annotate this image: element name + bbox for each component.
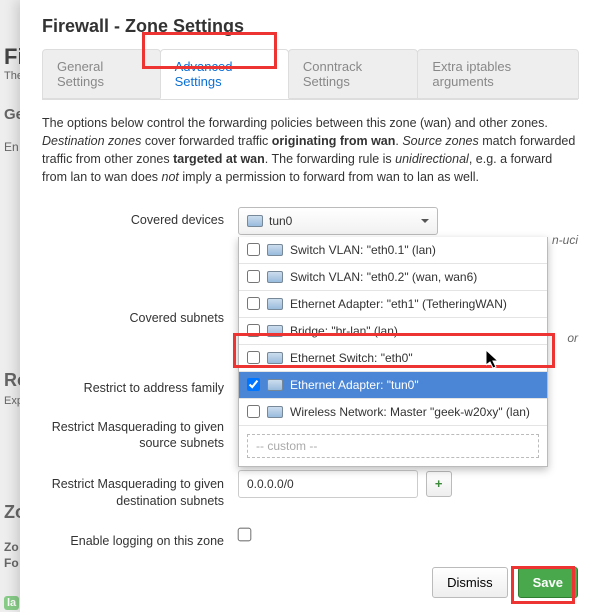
row-masq-dst: Restrict Masquerading to given destinati… [42,470,578,510]
network-adapter-icon [247,215,263,227]
covered-devices-select[interactable]: tun0 [238,207,438,235]
modal-title: Firewall - Zone Settings [42,16,578,37]
bridge-icon [267,325,283,337]
tab-extra-iptables[interactable]: Extra iptables arguments [417,49,579,99]
option-eth0[interactable]: Ethernet Switch: "eth0" [239,345,547,372]
network-adapter-icon [267,379,283,391]
option-custom[interactable]: -- custom -- [239,426,547,466]
enable-log-checkbox[interactable] [238,528,252,542]
switch-icon [267,271,283,283]
switch-icon [267,244,283,256]
row-enable-log: Enable logging on this zone [42,528,578,548]
covered-devices-dropdown: Switch VLAN: "eth0.1" (lan) Switch VLAN:… [238,237,548,467]
option-br-lan[interactable]: Bridge: "br-lan" (lan) [239,318,547,345]
label-enable-log: Enable logging on this zone [42,528,238,548]
ethernet-switch-icon [267,352,283,364]
label-masq-src: Restrict Masquerading to given source su… [42,413,238,453]
description-text: The options below control the forwarding… [42,114,578,187]
tab-advanced[interactable]: Advanced Settings [160,49,289,99]
label-masq-dst: Restrict Masquerading to given destinati… [42,470,238,510]
tab-bar: General Settings Advanced Settings Connt… [42,49,578,100]
option-wireless[interactable]: Wireless Network: Master "geek-w20xy" (l… [239,399,547,426]
label-restrict-af: Restrict to address family [42,375,238,395]
tab-general[interactable]: General Settings [42,49,161,99]
ethernet-icon [267,298,283,310]
row-covered-devices: Covered devices tun0 n-uci Switch VLAN: … [42,207,578,235]
option-tun0[interactable]: Ethernet Adapter: "tun0" [239,372,547,399]
zone-settings-modal: Firewall - Zone Settings General Setting… [20,0,600,612]
wireless-icon [267,406,283,418]
option-eth0-2[interactable]: Switch VLAN: "eth0.2" (wan, wan6) [239,264,547,291]
label-covered-devices: Covered devices [42,207,238,227]
option-eth1[interactable]: Ethernet Adapter: "eth1" (TetheringWAN) [239,291,547,318]
chevron-down-icon [421,219,429,227]
save-button[interactable]: Save [518,567,578,598]
add-masq-dst-button[interactable]: + [426,471,452,497]
option-eth0-1[interactable]: Switch VLAN: "eth0.1" (lan) [239,237,547,264]
modal-footer: Dismiss Save [432,567,578,598]
label-covered-subnets: Covered subnets [42,305,238,325]
dismiss-button[interactable]: Dismiss [432,567,508,598]
masq-dst-input[interactable] [238,470,418,498]
tab-conntrack[interactable]: Conntrack Settings [288,49,419,99]
